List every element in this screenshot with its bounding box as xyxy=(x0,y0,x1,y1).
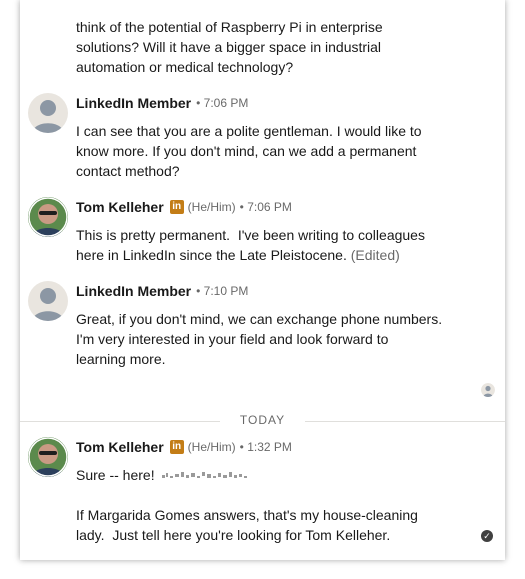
pronouns: (He/Him) xyxy=(187,200,236,214)
timestamp: • 7:06 PM xyxy=(239,200,292,214)
profile-photo-icon[interactable] xyxy=(28,437,68,477)
linkedin-premium-icon: in xyxy=(169,200,184,214)
sender-name[interactable]: LinkedIn Member xyxy=(76,95,191,111)
conversation-panel[interactable]: think of the potential of Raspberry Pi i… xyxy=(20,0,505,560)
redacted-phone-number xyxy=(162,472,248,479)
check-circle-icon: ✓ xyxy=(481,530,493,542)
timestamp: • 7:10 PM xyxy=(196,284,249,298)
sender-name[interactable]: LinkedIn Member xyxy=(76,283,191,299)
message-header: Tom Kelleher in (He/Him) • 7:06 PM xyxy=(76,197,292,217)
message-header: Tom Kelleher in (He/Him) • 1:32 PM xyxy=(76,437,292,457)
person-silhouette-icon[interactable] xyxy=(28,281,68,321)
sender-name[interactable]: Tom Kelleher xyxy=(76,439,164,455)
timestamp: • 7:06 PM xyxy=(196,96,249,110)
message-text: think of the potential of Raspberry Pi i… xyxy=(76,19,383,75)
message-header: LinkedIn Member • 7:10 PM xyxy=(76,281,248,301)
date-divider: TODAY xyxy=(239,413,286,427)
sender-name[interactable]: Tom Kelleher xyxy=(76,199,164,215)
edited-label: (Edited) xyxy=(350,247,400,263)
message-header: LinkedIn Member • 7:06 PM xyxy=(76,93,248,113)
read-receipt-avatar-icon xyxy=(481,383,495,397)
message-text: If Margarida Gomes answers, that's my ho… xyxy=(76,507,418,543)
message-text: I can see that you are a polite gentlema… xyxy=(76,123,422,179)
profile-photo-icon[interactable] xyxy=(28,197,68,237)
person-silhouette-icon[interactable] xyxy=(28,93,68,133)
message-text: This is pretty permanent. I've been writ… xyxy=(76,225,461,265)
linkedin-premium-icon: in xyxy=(169,440,184,454)
timestamp: • 1:32 PM xyxy=(239,440,292,454)
pronouns: (He/Him) xyxy=(187,440,236,454)
message-text: Great, if you don't mind, we can exchang… xyxy=(76,311,443,367)
message-text: Sure -- here! xyxy=(76,465,461,485)
message-body: Sure -- here! xyxy=(76,467,159,483)
